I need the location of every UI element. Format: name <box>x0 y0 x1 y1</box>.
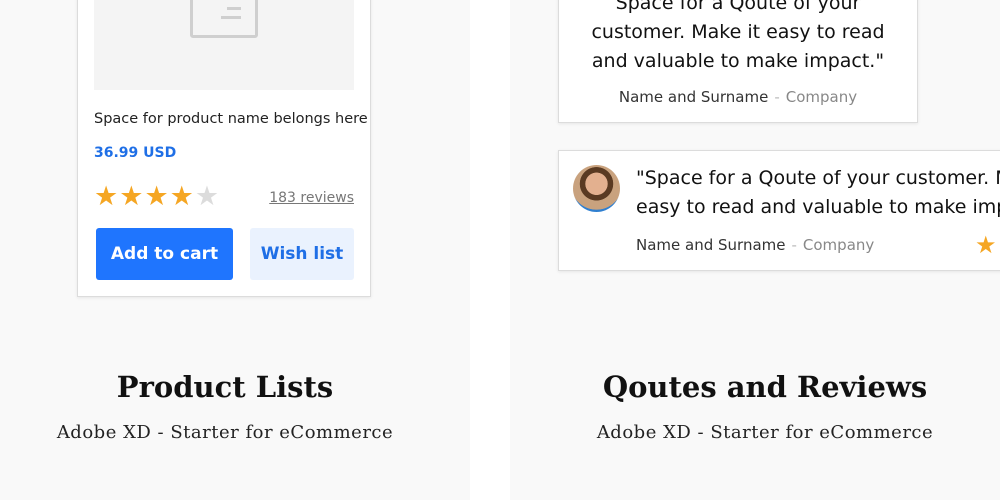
avatar <box>573 165 620 212</box>
author-name: Name and Surname <box>618 88 769 106</box>
quote-author: Name and Surname - Company <box>636 236 874 254</box>
reviews-link[interactable]: 183 reviews <box>269 190 354 206</box>
product-price: 36.99 USD <box>94 145 177 161</box>
quote-line: "Space for a Qoute of your customer. Mak… <box>636 167 1000 189</box>
star-filled-icon: ★ <box>94 181 120 212</box>
add-to-cart-button[interactable]: Add to cart <box>96 228 233 280</box>
product-card: Space for product name belongs here 36.9… <box>77 0 371 297</box>
product-image-placeholder <box>94 0 354 90</box>
separator: - <box>791 236 797 254</box>
star-filled-icon: ★ <box>144 181 170 212</box>
separator: - <box>774 88 780 106</box>
quote-text: Space for a Qoute of your customer. Make… <box>559 0 917 76</box>
panel-title: Qoutes and Reviews <box>602 370 928 404</box>
star-empty-icon: ★ <box>194 181 221 212</box>
star-filled-icon: ★ <box>169 181 195 212</box>
quote-line: Space for a Qoute of your <box>615 0 861 14</box>
panel-subtitle: Adobe XD - Starter for eCommerce <box>56 422 394 443</box>
image-placeholder-icon <box>190 0 258 38</box>
quote-card-centered: Space for a Qoute of your customer. Make… <box>558 0 918 123</box>
quote-text: "Space for a Qoute of your customer. Mak… <box>636 164 1000 222</box>
author-name: Name and Surname <box>636 236 786 254</box>
product-name: Space for product name belongs here <box>94 111 368 127</box>
quote-author: Name and Surname - Company <box>559 88 917 106</box>
author-company: Company <box>785 88 858 106</box>
panel-title: Product Lists <box>116 370 334 404</box>
star-rating: ★★★★★ <box>94 182 220 212</box>
product-lists-panel: Space for product name belongs here 36.9… <box>0 0 470 500</box>
quote-card-avatar: "Space for a Qoute of your customer. Mak… <box>558 150 1000 271</box>
quote-line: and valuable to make impact." <box>591 50 885 72</box>
author-company: Company <box>802 236 875 254</box>
quotes-panel: Space for a Qoute of your customer. Make… <box>510 0 1000 500</box>
wish-list-button[interactable]: Wish list <box>250 228 354 280</box>
quote-line: customer. Make it easy to read <box>591 21 885 43</box>
quote-line: easy to read and valuable to make impact… <box>636 196 1000 218</box>
star-filled-icon: ★ <box>119 181 145 212</box>
panel-subtitle: Adobe XD - Starter for eCommerce <box>596 422 934 443</box>
star-icon: ★ <box>975 231 997 259</box>
